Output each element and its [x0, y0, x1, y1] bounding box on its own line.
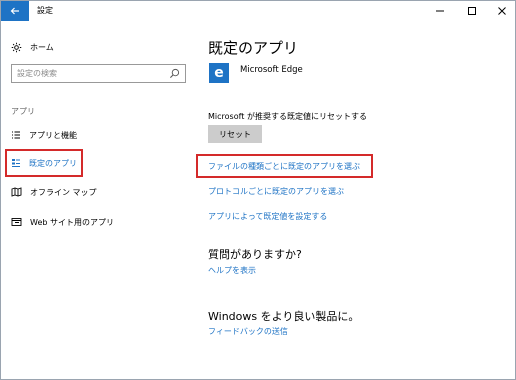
maximize-button[interactable] — [457, 1, 487, 21]
sidebar-item-label: Web サイト用のアプリ — [30, 217, 114, 227]
annotation-highlight-box — [5, 149, 83, 177]
title-bar: 設定 — [1, 1, 515, 21]
reset-description: Microsoft が推奨する既定値にリセットする — [208, 112, 367, 121]
settings-search-box[interactable] — [11, 64, 186, 83]
close-icon — [498, 7, 506, 15]
sidebar-item-label: オフライン マップ — [30, 187, 97, 197]
link-choose-by-protocol[interactable]: プロトコルごとに既定のアプリを選ぶ — [208, 186, 344, 197]
map-icon — [11, 187, 22, 197]
window-title: 設定 — [37, 6, 53, 15]
minimize-icon — [436, 10, 444, 12]
settings-window: 設定 ホーム アプリ — [0, 0, 516, 380]
default-browser-name[interactable]: Microsoft Edge — [240, 65, 303, 75]
sidebar-item-offline-maps[interactable]: オフライン マップ — [11, 184, 97, 200]
edge-app-icon[interactable]: e — [209, 63, 229, 83]
main-content: 既定のアプリ e Microsoft Edge Microsoft が推奨する既… — [196, 21, 515, 379]
section-label-apps: アプリ — [11, 107, 35, 116]
sidebar: ホーム アプリ アプリと機能 既定のアプリ — [1, 21, 196, 379]
maximize-icon — [468, 7, 476, 15]
home-label: ホーム — [30, 42, 54, 52]
question-heading: 質問がありますか? — [208, 248, 302, 261]
back-button[interactable] — [1, 1, 29, 21]
sidebar-item-web-apps[interactable]: Web サイト用のアプリ — [11, 214, 114, 230]
link-send-feedback[interactable]: フィードバックの送信 — [208, 326, 288, 337]
back-arrow-icon — [10, 7, 19, 15]
gear-icon — [11, 42, 22, 52]
reset-button[interactable]: リセット — [208, 125, 262, 143]
feedback-heading: Windows をより良い製品に。 — [208, 310, 360, 323]
page-title: 既定のアプリ — [208, 39, 299, 57]
list-icon — [12, 131, 20, 139]
web-apps-icon — [11, 218, 22, 226]
minimize-button[interactable] — [425, 1, 455, 21]
search-input[interactable] — [17, 69, 167, 78]
link-set-defaults-by-app[interactable]: アプリによって既定値を設定する — [208, 211, 327, 222]
sidebar-item-label: アプリと機能 — [29, 130, 77, 140]
search-icon[interactable] — [169, 68, 180, 79]
close-button[interactable] — [487, 1, 516, 21]
annotation-highlight-box — [196, 154, 373, 178]
home-nav-item[interactable]: ホーム — [11, 40, 54, 54]
sidebar-item-apps-features[interactable]: アプリと機能 — [11, 127, 77, 143]
link-get-help[interactable]: ヘルプを表示 — [208, 265, 256, 276]
